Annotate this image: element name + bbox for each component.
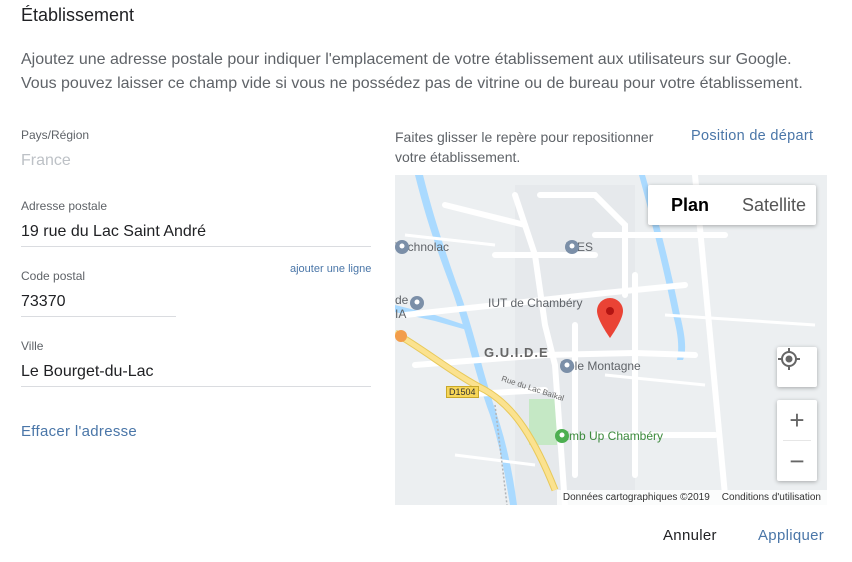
dialog-description: Ajoutez une adresse postale pour indique… — [21, 51, 803, 92]
poi-climb-up-label: Climb Up Chambéry — [555, 429, 664, 443]
poi-climb-up-icon — [555, 429, 569, 443]
poi-de-label: de — [395, 293, 409, 307]
clear-address-link[interactable]: Effacer l'adresse — [21, 423, 137, 440]
city-underline — [21, 386, 371, 387]
country-field: France — [21, 152, 71, 169]
crosshair-icon — [777, 347, 817, 387]
poi-pole-montagne-icon — [560, 359, 574, 373]
cancel-button[interactable]: Annuler — [663, 527, 717, 544]
poi-ia-icon — [410, 296, 424, 310]
road-shield-d1504: D1504 — [446, 386, 479, 398]
restaurant-icon — [395, 330, 407, 342]
address-input[interactable]: 19 rue du Lac Saint André — [21, 223, 206, 241]
map-view[interactable]: Technolac INES de IA IUT de Chambéry G.U… — [395, 175, 827, 505]
poi-ines: INES — [565, 240, 593, 254]
address-label: Adresse postale — [21, 199, 108, 213]
apply-button[interactable]: Appliquer — [758, 527, 824, 544]
poi-technolac: Technolac — [395, 240, 449, 254]
poi-ines-icon — [565, 240, 579, 254]
zoom-out-button[interactable]: − — [777, 441, 817, 481]
poi-iut: IUT de Chambéry — [488, 296, 582, 310]
country-label: Pays/Région — [21, 128, 90, 142]
map-type-plan-button[interactable]: Plan — [648, 185, 732, 225]
poi-guide: G.U.I.D.E — [484, 345, 549, 360]
map-data-credit: Données cartographiques ©2019 — [562, 492, 710, 503]
poi-technolac-icon — [395, 240, 409, 254]
poi-pole-montagne: Pôle Montagne — [560, 359, 641, 373]
poi-ia-label: IA — [395, 307, 407, 321]
map-hint: Faites glisser le repère pour reposition… — [395, 129, 654, 165]
reset-position-link[interactable]: Position de départ — [691, 128, 813, 144]
city-input[interactable]: Le Bourget-du-Lac — [21, 363, 154, 381]
poi-iut-label: IUT de Chambéry — [488, 296, 583, 310]
dialog-title: Établissement — [21, 5, 135, 25]
my-location-button[interactable] — [777, 347, 817, 387]
poi-climb-up: Climb Up Chambéry — [555, 429, 663, 443]
postal-code-label: Code postal — [21, 269, 86, 283]
terms-of-use-link[interactable]: Conditions d'utilisation — [722, 492, 821, 503]
location-dialog: Établissement Ajoutez une adresse postal… — [0, 0, 852, 562]
postal-code-underline — [21, 316, 176, 317]
zoom-control: + − — [777, 400, 817, 481]
zoom-in-button[interactable]: + — [777, 400, 817, 440]
map-type-satellite-button[interactable]: Satellite — [732, 185, 816, 225]
city-label: Ville — [21, 339, 44, 353]
address-underline — [21, 246, 371, 247]
poi-ia: de IA — [395, 293, 408, 321]
postal-code-input[interactable]: 73370 — [21, 293, 66, 311]
map-attribution: Données cartographiques ©2019 Conditions… — [556, 490, 827, 505]
map-type-control: Plan Satellite — [648, 185, 816, 225]
location-marker-icon[interactable] — [597, 298, 623, 338]
add-line-link[interactable]: ajouter une ligne — [290, 263, 371, 275]
